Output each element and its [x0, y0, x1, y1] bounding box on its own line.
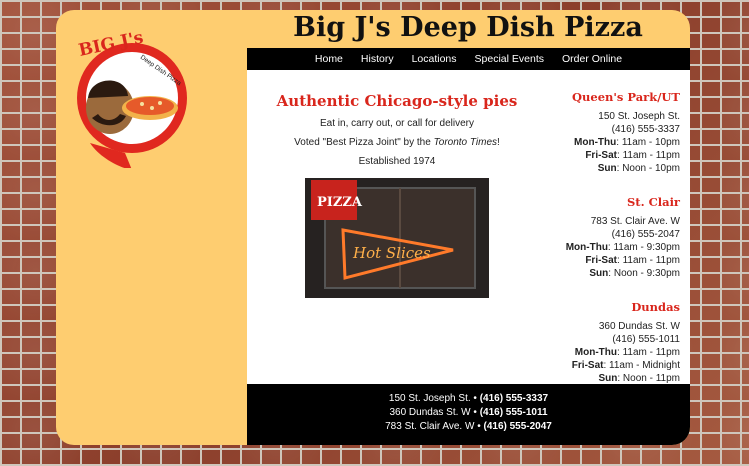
- service-line: Eat in, carry out, or call for delivery: [320, 118, 474, 129]
- award-suffix: !: [497, 137, 500, 148]
- hours-days: Fri-Sat: [571, 360, 604, 371]
- footer-phone[interactable]: (416) 555-3337: [480, 393, 548, 404]
- location-phone[interactable]: (416) 555-2047: [520, 228, 680, 241]
- hours-time: 11am - 9:30pm: [613, 242, 680, 253]
- hours-days: Mon-Thu: [574, 347, 617, 358]
- footer: 150 St. Joseph St. • (416) 555-3337 360 …: [247, 384, 690, 445]
- tagline: Authentic Chicago-style pies: [276, 92, 518, 110]
- location-name: St. Clair: [626, 195, 680, 209]
- footer-line: 783 St. Clair Ave. W • (416) 555-2047: [385, 421, 552, 432]
- location-name: Queen's Park/UT: [572, 90, 680, 104]
- footer-address: 360 Dundas St. W: [389, 407, 471, 418]
- location-name: Dundas: [631, 300, 680, 314]
- hours-time: 11am - 11pm: [622, 255, 680, 266]
- hours-row: Fri-Sat: 11am - 11pm: [585, 150, 680, 161]
- nav-order-online[interactable]: Order Online: [562, 53, 622, 65]
- nav-special-events[interactable]: Special Events: [475, 53, 544, 65]
- location-block: Queen's Park/UT 150 St. Joseph St. (416)…: [520, 90, 680, 175]
- location-address: 783 St. Clair Ave. W: [590, 216, 680, 227]
- page-frame: BIG J's Deep Dish Pizza Big J's Deep Dis…: [56, 10, 690, 445]
- hours-row: Mon-Thu: 11am - 11pm: [574, 347, 680, 358]
- hours-row: Mon-Thu: 11am - 9:30pm: [565, 242, 680, 253]
- location-address: 360 Dundas St. W: [598, 321, 680, 332]
- content-area: Authentic Chicago-style pies Eat in, car…: [247, 70, 690, 384]
- locations-column: Queen's Park/UT 150 St. Joseph St. (416)…: [520, 70, 680, 385]
- hours-days: Fri-Sat: [585, 255, 617, 266]
- hours-time: Noon - 10pm: [622, 163, 680, 174]
- hours-time: 11am - Midnight: [609, 360, 680, 371]
- storefront-photo: PIZZA Hot Slices: [305, 178, 489, 298]
- hours-days: Sun: [589, 268, 609, 279]
- neon-sign-text: Hot Slices: [352, 244, 431, 262]
- main-nav: Home History Locations Special Events Or…: [247, 48, 690, 70]
- hours-days: Fri-Sat: [585, 150, 617, 161]
- hours-days: Sun: [597, 163, 617, 174]
- established-line: Established 1974: [358, 156, 436, 167]
- hours-time: 11am - 10pm: [621, 137, 680, 148]
- nav-locations[interactable]: Locations: [412, 53, 457, 65]
- hours-days: Mon-Thu: [565, 242, 608, 253]
- hours-time: Noon - 9:30pm: [613, 268, 680, 279]
- big-js-logo[interactable]: BIG J's Deep Dish Pizza: [70, 18, 188, 168]
- footer-phone[interactable]: (416) 555-1011: [480, 407, 548, 418]
- hours-row: Mon-Thu: 11am - 10pm: [574, 137, 680, 148]
- award-prefix: Voted "Best Pizza Joint" by the: [294, 137, 434, 148]
- award-line: Voted "Best Pizza Joint" by the Toronto …: [257, 137, 537, 149]
- footer-address: 783 St. Clair Ave. W: [385, 421, 475, 432]
- location-phone[interactable]: (416) 555-3337: [520, 123, 680, 136]
- hours-row: Fri-Sat: 11am - 11pm: [585, 255, 680, 266]
- footer-line: 150 St. Joseph St. • (416) 555-3337: [388, 393, 549, 404]
- main-column: Authentic Chicago-style pies Eat in, car…: [257, 70, 537, 303]
- nav-home[interactable]: Home: [315, 53, 343, 65]
- location-phone[interactable]: (416) 555-1011: [520, 333, 680, 346]
- nav-history[interactable]: History: [361, 53, 394, 65]
- hours-time: 11am - 11pm: [622, 150, 680, 161]
- hours-time: 11am - 11pm: [622, 347, 680, 358]
- award-source: Toronto Times: [433, 137, 498, 148]
- site-title: Big J's Deep Dish Pizza: [293, 12, 643, 43]
- location-block: St. Clair 783 St. Clair Ave. W (416) 555…: [520, 195, 680, 280]
- hours-row: Sun: Noon - 10pm: [597, 163, 680, 174]
- footer-line: 360 Dundas St. W • (416) 555-1011: [389, 407, 548, 418]
- footer-address: 150 St. Joseph St.: [388, 393, 471, 404]
- hours-row: Sun: Noon - 9:30pm: [589, 268, 680, 279]
- location-block: Dundas 360 Dundas St. W (416) 555-1011 M…: [520, 300, 680, 385]
- footer-phone[interactable]: (416) 555-2047: [483, 421, 551, 432]
- hours-time: Noon - 11pm: [622, 373, 680, 384]
- intro-text: Eat in, carry out, or call for delivery …: [257, 118, 537, 168]
- location-address: 150 St. Joseph St.: [598, 111, 680, 122]
- pizza-sign-text: PIZZA: [317, 195, 363, 210]
- hours-days: Mon-Thu: [574, 137, 617, 148]
- hours-days: Sun: [598, 373, 618, 384]
- hours-row: Fri-Sat: 11am - Midnight: [571, 360, 680, 371]
